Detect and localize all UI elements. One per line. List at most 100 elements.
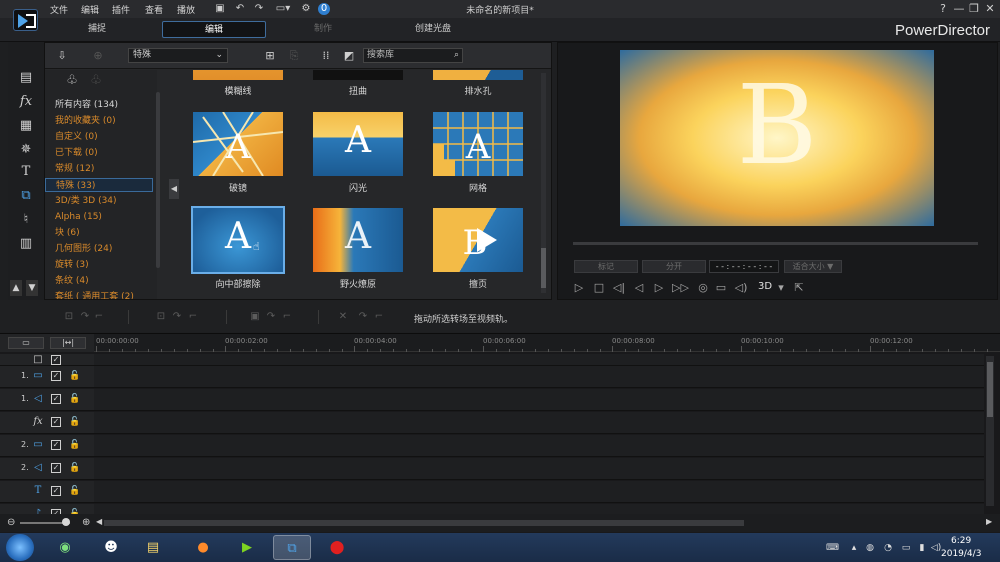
category-item[interactable]: 已下载 (0) — [45, 146, 153, 160]
save-icon[interactable]: ▣ — [214, 3, 226, 15]
monitor-icon[interactable]: ▭ — [900, 542, 912, 554]
category-item[interactable]: 自定义 (0) — [45, 130, 153, 144]
signal-icon[interactable]: ▮ — [916, 542, 928, 554]
grid-view-icon[interactable]: ⁞⁞ — [319, 49, 333, 63]
qq-icon[interactable]: ☻ — [92, 535, 130, 560]
track-header-master[interactable]: □ ✓ — [0, 354, 94, 366]
category-item[interactable]: 常规 (12) — [45, 162, 153, 176]
search-icon[interactable]: ⌕ — [454, 49, 459, 62]
chapter-room-icon[interactable]: ▥ — [17, 236, 35, 252]
step-forward-icon[interactable]: ▷ — [652, 281, 666, 295]
zoom-in-icon[interactable]: ⊕ — [82, 517, 90, 528]
track-enable-checkbox[interactable]: ✓ — [51, 440, 61, 450]
file-explorer-icon[interactable]: ▤ — [134, 535, 172, 560]
transition-thumb-selected[interactable]: A ☝ — [191, 206, 285, 274]
snapshot-icon[interactable]: ◎ — [696, 281, 710, 295]
timeline-hscroll[interactable] — [104, 520, 744, 526]
rail-up-icon[interactable]: ▲ — [10, 280, 22, 296]
transition-thumb[interactable] — [433, 70, 523, 80]
track-manager-button[interactable]: ▭ — [8, 337, 44, 349]
play-icon[interactable]: ▷ — [572, 281, 586, 295]
track-header-video[interactable]: 1. ▭ ✓ 🔓 — [0, 366, 94, 388]
scroll-left-icon[interactable]: ◀ — [96, 517, 102, 526]
category-item[interactable]: 旋转 (3) — [45, 258, 153, 272]
track-lane-master[interactable] — [94, 354, 984, 366]
clock-date[interactable]: 2019/4/3 — [941, 549, 981, 559]
fit-timeline-button[interactable]: |↔| — [50, 337, 86, 349]
track-header-audio[interactable]: 1. ◁ ✓ 🔓 — [0, 389, 94, 411]
grid-scrollbar-thumb[interactable] — [541, 248, 546, 288]
tab-create-disc[interactable]: 创建光盘 — [381, 21, 485, 38]
close-button[interactable]: ✕ — [983, 2, 997, 16]
transition-thumb[interactable] — [193, 70, 283, 80]
transition-thumb[interactable]: A — [433, 112, 523, 176]
timeline-vscroll-thumb[interactable] — [987, 362, 993, 417]
track-enable-checkbox[interactable]: ✓ — [51, 486, 61, 496]
category-item[interactable]: 特殊 (33) — [45, 178, 153, 192]
effects-room-icon[interactable]: fx — [17, 94, 35, 110]
particle-room-icon[interactable]: ✵ — [17, 142, 35, 158]
scroll-right-icon[interactable]: ▶ — [986, 517, 992, 526]
external-display-icon[interactable]: ▭ — [714, 281, 728, 295]
track-enable-checkbox[interactable]: ✓ — [51, 463, 61, 473]
microphone-icon[interactable]: ♮ — [17, 212, 35, 228]
category-item[interactable]: 套纸 ( 通用工套 (2) — [45, 290, 153, 299]
menu-plugins[interactable]: 插件 — [112, 3, 130, 16]
track-enable-checkbox[interactable]: ✓ — [51, 371, 61, 381]
track-lock-icon[interactable]: 🔓 — [69, 370, 80, 382]
timeline-ruler[interactable]: 00:00:00:00 00:00:02:00 00:00:04:00 00:00:0… — [94, 334, 1000, 352]
track-lane-audio[interactable] — [94, 458, 984, 480]
thumbnail-size-icon[interactable]: ◩ — [342, 49, 356, 63]
3d-dropdown-icon[interactable]: ▾ — [774, 281, 788, 295]
category-item[interactable]: 块 (6) — [45, 226, 153, 240]
gear-icon[interactable]: ⚙ — [300, 3, 312, 15]
search-input[interactable]: 搜索库 ⌕ — [363, 48, 463, 63]
menu-edit[interactable]: 编辑 — [81, 3, 99, 16]
category-scrollbar[interactable] — [156, 92, 160, 268]
prev-frame-icon[interactable]: ◁| — [612, 281, 626, 295]
pip-room-icon[interactable]: ▦ — [17, 118, 35, 134]
category-item[interactable]: 条纹 (4) — [45, 274, 153, 288]
minimize-button[interactable]: — — [952, 2, 966, 16]
track-header-fx[interactable]: fx ✓ 🔓 — [0, 412, 94, 434]
add-favorite-icon[interactable]: ♧ — [65, 74, 79, 88]
firefox-icon[interactable]: ● — [184, 535, 222, 560]
keyboard-icon[interactable]: ⌨ — [826, 542, 839, 554]
tab-capture[interactable]: 捕捉 — [45, 21, 149, 38]
track-header-video[interactable]: 2. ▭ ✓ 🔓 — [0, 435, 94, 457]
transition-thumb[interactable]: A — [193, 112, 283, 176]
tab-edit[interactable]: 编辑 — [162, 21, 266, 38]
stop-icon[interactable]: □ — [592, 281, 606, 295]
help-button[interactable]: ? — [936, 2, 950, 16]
title-room-icon[interactable]: T — [17, 164, 35, 180]
volume-icon[interactable]: ◁) — [734, 281, 748, 295]
fast-forward-icon[interactable]: ▷▷ — [672, 281, 689, 295]
category-item[interactable]: 3D/类 3D (34) — [45, 194, 153, 208]
track-lane-fx[interactable] — [94, 412, 984, 434]
tray-expand-icon[interactable]: ▴ — [848, 542, 860, 554]
restore-button[interactable]: ❐ — [967, 2, 981, 16]
transition-thumb[interactable]: A — [313, 208, 403, 272]
track-header-audio[interactable]: 2. ◁ ✓ 🔓 — [0, 458, 94, 480]
transition-room-icon[interactable]: ⧉ — [17, 188, 35, 204]
record-icon[interactable]: ⬤ — [318, 535, 356, 560]
track-lane-video[interactable] — [94, 435, 984, 457]
track-lane-video[interactable] — [94, 366, 984, 388]
zoom-out-icon[interactable]: ⊖ — [7, 517, 15, 528]
track-lane-title[interactable] — [94, 481, 984, 503]
track-lane-audio[interactable] — [94, 389, 984, 411]
undock-icon[interactable]: ⇱ — [792, 281, 806, 295]
rail-down-icon[interactable]: ▼ — [26, 280, 38, 296]
video-app-icon[interactable]: ▶ — [228, 535, 266, 560]
track-lock-icon[interactable]: 🔓 — [69, 393, 80, 405]
category-item[interactable]: 我的收藏夹 (0) — [45, 114, 153, 128]
network-icon[interactable]: ◔ — [882, 542, 894, 554]
powerdirector-task-icon[interactable]: ⧉ — [273, 535, 311, 560]
menu-play[interactable]: 播放 — [177, 3, 195, 16]
wechat-icon[interactable]: ◍ — [864, 542, 876, 554]
3d-toggle[interactable]: 3D — [758, 281, 772, 292]
aspect-ratio-icon[interactable]: ▭▾ — [273, 3, 293, 15]
transition-thumb[interactable]: A — [313, 112, 403, 176]
media-room-icon[interactable]: ▤ — [17, 70, 35, 86]
category-item[interactable]: 所有内容 (134) — [45, 98, 153, 112]
